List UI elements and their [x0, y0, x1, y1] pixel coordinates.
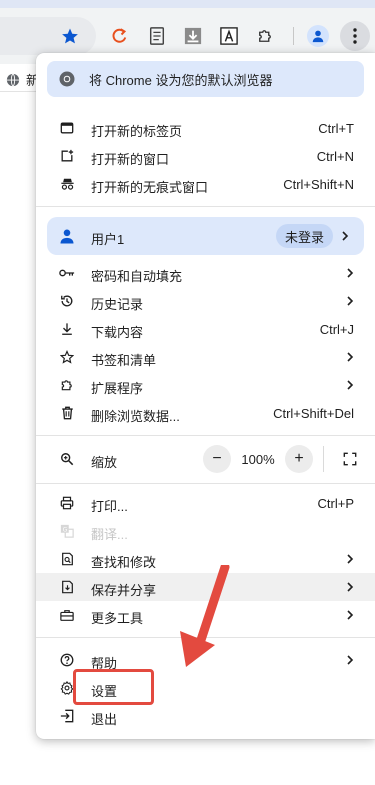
globe-icon [6, 73, 20, 86]
pointer-arrow [180, 565, 230, 667]
download-icon [59, 321, 75, 337]
menu-item-history[interactable]: 历史记录 [36, 287, 375, 315]
menu-item-label: 打开新的无痕式窗口 [91, 180, 209, 195]
menu-item-incognito[interactable]: 打开新的无痕式窗口 Ctrl+Shift+N [36, 170, 375, 198]
history-icon [59, 293, 75, 309]
menu-item-label: 保存并分享 [91, 583, 157, 598]
extensions-puzzle-icon[interactable] [253, 24, 277, 48]
svg-text:G: G [63, 526, 68, 533]
menu-item-label: 密码和自动填充 [91, 269, 183, 284]
menu-item-bookmarks[interactable]: 书签和清单 [36, 343, 375, 371]
menu-item-label: 退出 [91, 712, 118, 727]
toolbox-icon [59, 607, 75, 623]
menu-item-label: 翻译... [91, 527, 128, 542]
menu-item-exit[interactable]: 退出 [36, 702, 375, 730]
menu-item-label: 历史记录 [91, 297, 144, 312]
find-icon [59, 551, 75, 567]
zoom-icon [59, 451, 75, 467]
menu-item-label: 查找和修改 [91, 555, 157, 570]
key-icon [59, 265, 75, 281]
chevron-right-icon [343, 378, 357, 392]
incognito-icon [59, 176, 75, 192]
reload-extension-icon[interactable] [108, 24, 132, 48]
settings-highlight-box [73, 669, 154, 705]
menu-divider [36, 483, 375, 484]
menu-item-extensions[interactable]: 扩展程序 [36, 371, 375, 399]
translate-icon: G [59, 523, 75, 539]
chevron-right-icon [343, 608, 357, 622]
person-icon [60, 229, 74, 244]
menu-item-label: 书签和清单 [91, 353, 157, 368]
help-icon [59, 652, 75, 668]
shortcut-text: Ctrl+P [317, 496, 354, 511]
menu-item-new-window[interactable]: 打开新的窗口 Ctrl+N [36, 142, 375, 170]
chevron-right-icon [343, 266, 357, 280]
menu-item-clear-data[interactable]: 删除浏览数据... Ctrl+Shift+Del [36, 399, 375, 427]
star-icon [59, 349, 75, 365]
toolbar-separator [293, 27, 294, 45]
menu-item-passwords[interactable]: 密码和自动填充 [36, 259, 375, 287]
menu-item-label: 打开新的标签页 [91, 124, 183, 139]
plus-icon: + [294, 450, 304, 467]
chrome-logo-icon [59, 71, 75, 87]
print-icon [59, 495, 75, 511]
download-manager-icon[interactable] [181, 24, 205, 48]
chevron-right-icon [343, 350, 357, 364]
menu-item-label: 下载内容 [91, 325, 144, 340]
zoom-level: 100% [241, 452, 275, 467]
fullscreen-icon [343, 452, 357, 466]
more-menu-button[interactable] [340, 21, 370, 51]
puzzle-icon [59, 377, 75, 393]
bookmark-star-icon[interactable] [58, 24, 82, 48]
shortcut-text: Ctrl+N [316, 149, 354, 164]
fullscreen-button[interactable] [338, 447, 362, 471]
save-share-icon [59, 579, 75, 595]
zoom-separator [323, 446, 324, 472]
menu-item-new-tab[interactable]: 打开新的标签页 Ctrl+T [36, 114, 375, 142]
menu-item-translate: G 翻译... [36, 517, 375, 545]
chevron-right-icon [343, 580, 357, 594]
document-icon[interactable] [145, 24, 169, 48]
zoom-out-button[interactable]: − [203, 445, 231, 473]
chevron-right-icon [343, 653, 357, 667]
chevron-right-icon [343, 552, 357, 566]
profile-avatar-icon[interactable] [306, 24, 330, 48]
menu-item-downloads[interactable]: 下载内容 Ctrl+J [36, 315, 375, 343]
shortcut-text: Ctrl+Shift+Del [273, 406, 354, 421]
sign-in-status-badge[interactable]: 未登录 [276, 224, 334, 248]
menu-divider [36, 206, 375, 207]
menu-item-print[interactable]: 打印... Ctrl+P [36, 489, 375, 517]
menu-item-label: 删除浏览数据... [91, 409, 180, 424]
minus-icon: − [212, 450, 222, 467]
default-browser-banner[interactable]: 将 Chrome 设为您的默认浏览器 [47, 61, 364, 97]
chevron-right-icon [343, 294, 357, 308]
zoom-label: 缩放 [91, 455, 118, 470]
trash-icon [59, 405, 75, 421]
shortcut-text: Ctrl+J [319, 322, 354, 337]
new-tab-icon [59, 120, 75, 136]
zoom-in-button[interactable]: + [285, 445, 313, 473]
shortcut-text: Ctrl+Shift+N [283, 177, 354, 192]
bookmark-item[interactable]: 新 [6, 70, 39, 89]
menu-item-label: 打印... [91, 499, 128, 514]
shortcut-text: Ctrl+T [318, 121, 354, 136]
menu-item-label: 打开新的窗口 [91, 152, 170, 167]
menu-divider [36, 435, 375, 436]
window-title-strip [0, 0, 375, 8]
profile-row[interactable]: 用户1 未登录 [47, 217, 364, 255]
profile-name: 用户1 [91, 232, 125, 247]
chevron-right-icon [342, 231, 349, 241]
exit-icon [59, 708, 75, 724]
menu-item-label: 更多工具 [91, 611, 144, 626]
new-window-icon [59, 148, 75, 164]
menu-item-label: 扩展程序 [91, 381, 144, 396]
text-reader-icon[interactable] [217, 24, 241, 48]
default-browser-text: 将 Chrome 设为您的默认浏览器 [89, 72, 273, 88]
